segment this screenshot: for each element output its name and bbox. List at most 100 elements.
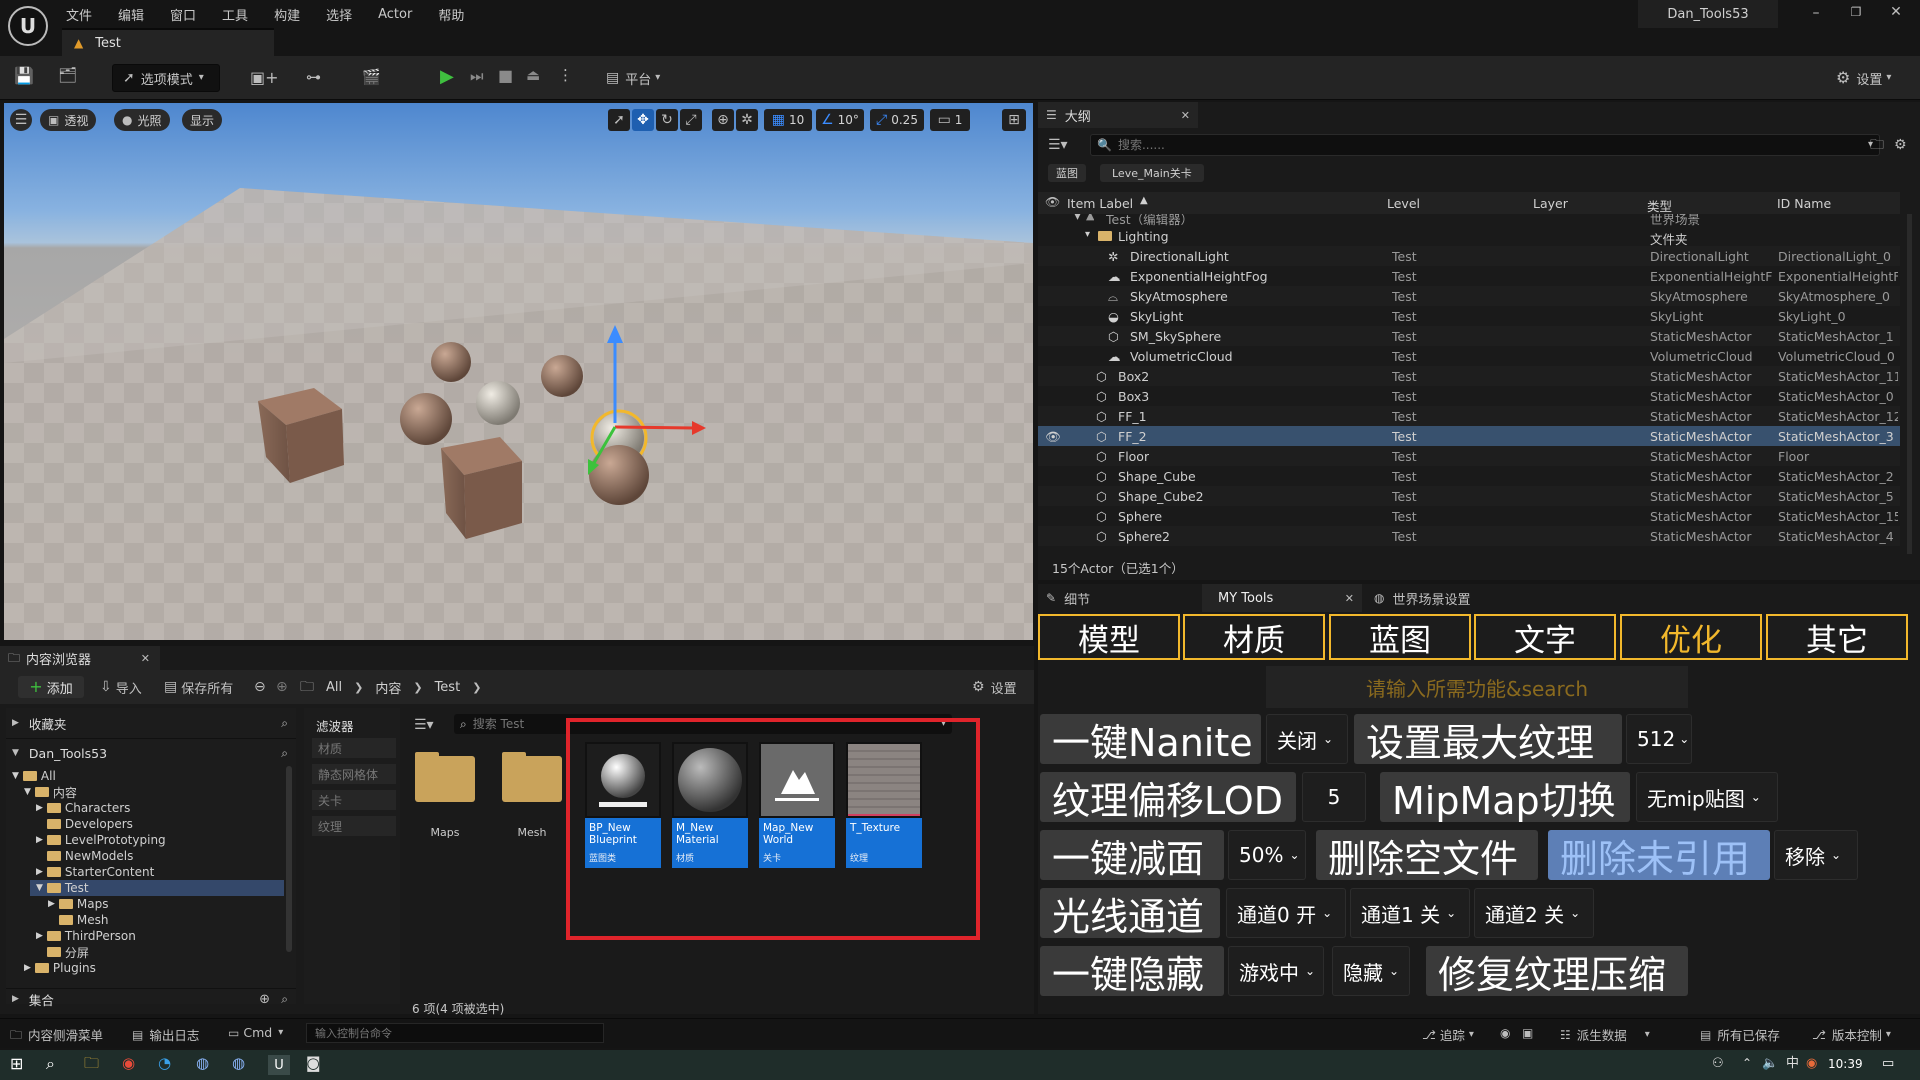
output-log-button[interactable]: ▤ 输出日志 [132, 1025, 199, 1044]
app-icon[interactable]: ◙ [306, 1056, 321, 1071]
save-all-button[interactable]: ▤ 保存所有 [164, 676, 233, 698]
column-level[interactable]: Level [1387, 196, 1420, 211]
breadcrumb-all[interactable]: All [326, 680, 342, 695]
tree-item-all[interactable]: ▼ All [12, 768, 56, 784]
outliner-row-floor[interactable]: ⬡ Floor Test StaticMeshActor Floor [1038, 446, 1900, 466]
menu-file[interactable]: 文件 [66, 5, 92, 24]
search-icon[interactable]: ⌕ [281, 717, 288, 729]
menu-tools[interactable]: 工具 [222, 5, 248, 24]
tray-chevron-icon[interactable]: ⌃ [1742, 1057, 1752, 1069]
new-folder-icon[interactable]: 🗀 [1870, 138, 1884, 152]
texture-lod-offset-button[interactable]: 纹理偏移LOD [1040, 772, 1296, 823]
source-control-icon[interactable]: 🗂 [58, 68, 77, 83]
outliner-tab[interactable]: ☰ 大纲 ✕ [1038, 102, 1198, 128]
outliner-row-skylight[interactable]: ◒ SkyLight Test SkyLight SkyLight_0 [1038, 306, 1900, 326]
unreal-taskbar-icon[interactable]: U [268, 1055, 290, 1075]
app-icon[interactable]: ◍ [196, 1056, 209, 1071]
angle-snap-button[interactable]: ∠ 10° [816, 109, 864, 131]
platform-button[interactable]: ▤ 平台 ▾ [606, 64, 660, 92]
tree-item-test-selected[interactable]: ▼ Test [30, 880, 284, 896]
tree-item-splitscreen[interactable]: ▶分屏 [36, 944, 89, 960]
level-tab[interactable]: ▲ Test [62, 28, 274, 56]
outliner-row-ff2-selected[interactable]: 👁 ⬡ FF_2 Test StaticMeshActor StaticMeshActor… [1038, 426, 1900, 446]
filter-level[interactable]: 关卡 [312, 790, 396, 810]
eject-icon[interactable]: ⏏ [526, 68, 540, 83]
delete-empty-button[interactable]: 删除空文件 [1316, 830, 1538, 881]
outliner-row-sphere2[interactable]: ⬡ Sphere2 Test StaticMeshActor StaticMeshAct… [1038, 526, 1900, 546]
filter-chip-level[interactable]: Leve_Main关卡 [1100, 164, 1204, 182]
reduce-faces-button[interactable]: 一键减面 [1040, 830, 1224, 881]
screenshot-icon[interactable]: ▣ [1522, 1027, 1533, 1039]
search-icon[interactable]: ⌕ [46, 1056, 55, 1072]
content-drawer-button[interactable]: 🗀 内容侧滑菜单 [10, 1025, 103, 1044]
hide-context-dropdown[interactable]: 游戏中 ⌄ [1228, 946, 1324, 996]
tree-item-maps[interactable]: ▶ Maps [48, 896, 109, 912]
viewport-layout-button[interactable]: ⊞ [1002, 109, 1026, 131]
outliner-row-box3[interactable]: ⬡ Box3 Test StaticMeshActor StaticMeshActor_… [1038, 386, 1900, 406]
channel2-dropdown[interactable]: 通道2 关 ⌄ [1474, 888, 1594, 938]
outliner-row-volumetriccloud[interactable]: ☁ VolumetricCloud Test VolumetricCloud Volum… [1038, 346, 1900, 366]
viewport-menu-button[interactable]: ☰ [10, 109, 32, 131]
nanite-button[interactable]: 一键Nanite [1040, 714, 1261, 765]
rotate-tool-button[interactable]: ↻ [656, 109, 678, 131]
chrome-icon[interactable]: ◉ [122, 1056, 135, 1071]
search-icon[interactable]: ⌕ [281, 747, 288, 759]
filter-material[interactable]: 材质 [312, 738, 396, 758]
windows-start-icon[interactable]: ⊞ [10, 1056, 23, 1072]
one-click-hide-button[interactable]: 一键隐藏 [1040, 946, 1224, 997]
close-icon[interactable]: ✕ [1886, 5, 1906, 19]
outliner-row-heightfog[interactable]: ☁ ExponentialHeightFog Test ExponentialHeig… [1038, 266, 1900, 286]
tree-item-developers[interactable]: ▶Developers [36, 816, 133, 832]
tree-item-plugins[interactable]: ▶ Plugins [24, 960, 96, 976]
visibility-icon[interactable]: 👁 [1045, 429, 1061, 445]
edge-icon[interactable]: ◔ [158, 1056, 171, 1071]
column-type[interactable]: 类型 [1647, 196, 1672, 215]
record-icon[interactable]: ◉ [1500, 1027, 1510, 1039]
add-button[interactable]: + 添加 [18, 676, 84, 698]
outliner-settings-icon[interactable]: ⚙ [1894, 138, 1907, 152]
outliner-row-skyatmosphere[interactable]: ⌓ SkyAtmosphere Test SkyAtmosphere SkyAtmosp… [1038, 286, 1900, 306]
visibility-icon[interactable]: 👁 [1045, 196, 1060, 208]
tree-item-startercontent[interactable]: ▶ StarterContent [36, 864, 154, 880]
fix-texture-compression-button[interactable]: 修复纹理压缩 [1426, 946, 1688, 997]
channel1-dropdown[interactable]: 通道1 关 ⌄ [1350, 888, 1470, 938]
add-actor-icon[interactable]: ▣+ [250, 70, 279, 86]
hide-mode-dropdown[interactable]: 隐藏 ⌄ [1332, 946, 1410, 996]
cmd-button[interactable]: ▭ Cmd ▾ [228, 1025, 283, 1040]
select-tool-button[interactable]: ➚ [608, 109, 630, 131]
forward-icon[interactable]: ⊕ [276, 680, 288, 694]
step-icon[interactable]: ⏭ [470, 69, 484, 84]
tree-item-thirdperson[interactable]: ▶ ThirdPerson [36, 928, 136, 944]
tree-item-characters[interactable]: ▶ Characters [36, 800, 130, 816]
level-viewport[interactable]: ☰ ▣ 透视 ● 光照 显示 ➚ ✥ ↻ ⤢ ⊕ ✲ ▦ 10 ∠ 10° ⤢ 0.25 … [4, 103, 1033, 640]
filter-texture[interactable]: 纹理 [312, 816, 396, 836]
notification-icon[interactable]: ▭ [1882, 1057, 1894, 1070]
blueprint-menu-icon[interactable]: ⊶ [306, 70, 321, 85]
tree-item-levelprototyping[interactable]: ▶ LevelPrototyping [36, 832, 166, 848]
camera-speed-button[interactable]: ▭ 1 [930, 109, 970, 131]
menu-window[interactable]: 窗口 [170, 5, 196, 24]
menu-build[interactable]: 构建 [274, 5, 300, 24]
delete-unreferenced-button[interactable]: 删除未引用 [1548, 830, 1770, 881]
category-material-button[interactable]: 材质 [1183, 614, 1325, 660]
settings-button[interactable]: ⚙ 设置 ▾ [1836, 64, 1891, 92]
stop-icon[interactable]: ■ [498, 68, 513, 84]
outliner-search-input[interactable] [1117, 138, 1818, 152]
grid-snap-button[interactable]: ▦ 10 [764, 109, 812, 131]
tree-scrollbar[interactable] [286, 766, 292, 952]
max-texture-dropdown[interactable]: 512 ⌄ [1626, 714, 1692, 764]
show-button[interactable]: 显示 [182, 109, 223, 131]
details-tab[interactable]: ✎ 细节 [1038, 584, 1198, 612]
category-other-button[interactable]: 其它 [1766, 614, 1908, 660]
breadcrumb-test[interactable]: Test [435, 680, 461, 695]
scale-snap-button[interactable]: ⤢ 0.25 [870, 109, 924, 131]
back-icon[interactable]: ⊖ [254, 680, 266, 694]
filter-static-mesh[interactable]: 静态网格体 [312, 764, 396, 784]
close-tab-icon[interactable]: ✕ [141, 653, 150, 664]
ime-icon[interactable]: 中 [1786, 1057, 1799, 1070]
max-texture-button[interactable]: 设置最大纹理 [1354, 714, 1622, 765]
more-options-icon[interactable]: ⋮ [558, 68, 573, 83]
derived-data-button[interactable]: ☷ 派生数据 ▾ [1560, 1025, 1650, 1044]
app-icon[interactable]: ◍ [232, 1056, 245, 1071]
collections-header[interactable]: ▶ 集合 ⊕ ⌕ [12, 991, 292, 1008]
